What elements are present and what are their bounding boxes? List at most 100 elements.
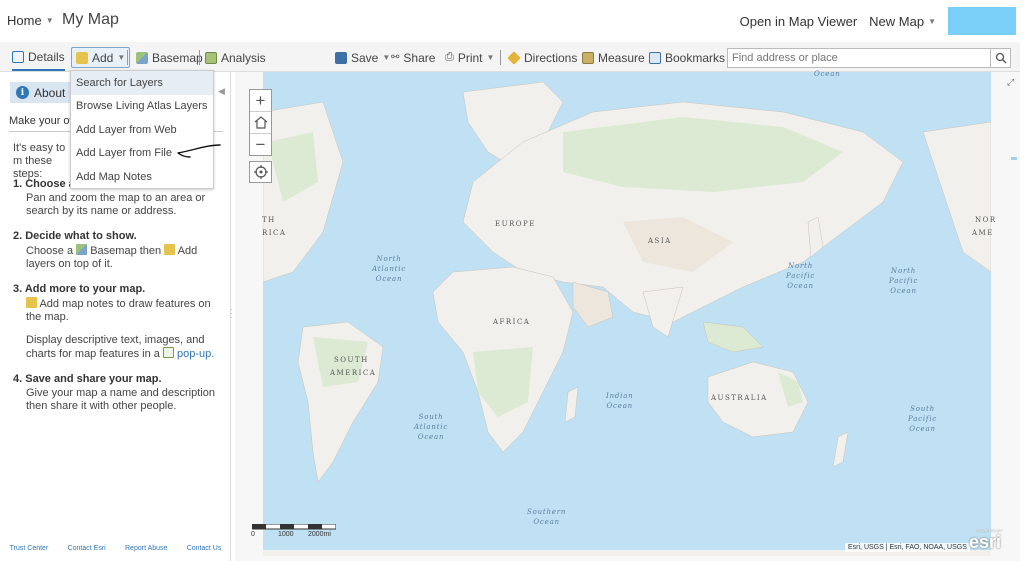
directions-label: Directions (524, 50, 578, 65)
home-menu[interactable]: Home ▼ (7, 13, 54, 28)
ocean-label-line: Atlantic (372, 265, 407, 273)
share-button[interactable]: ⚯ Share (391, 47, 435, 68)
step-body: Choose a Basemap then Add layers on top … (13, 244, 225, 271)
contact-us-link[interactable]: Contact Us (187, 545, 222, 552)
add-icon (76, 51, 88, 64)
steps-list: 1. Choose ar Pan and zoom the map to an … (13, 178, 225, 425)
popup-icon (162, 347, 174, 358)
scale-bar (252, 524, 336, 530)
print-button[interactable]: ⎙ Print ▼ (445, 47, 494, 68)
continent-label: NOR (975, 216, 997, 224)
details-tab[interactable]: Details (12, 47, 65, 71)
add-icon (164, 244, 176, 255)
chevron-down-icon: ▼ (45, 16, 54, 25)
add-map-notes-item[interactable]: Add Map Notes (71, 165, 213, 189)
save-label: Save (351, 50, 379, 65)
esri-logo[interactable]: esri (969, 532, 1001, 553)
user-avatar[interactable] (948, 7, 1016, 35)
add-label: Add (92, 50, 114, 65)
ocean-label: North Pacific Ocean (786, 261, 815, 291)
ocean-label-line: Ocean (417, 433, 445, 441)
contact-esri-link[interactable]: Contact Esri (68, 545, 106, 552)
new-map-label: New Map (869, 13, 925, 29)
chevron-down-icon: ▼ (486, 53, 495, 62)
bookmarks-button[interactable]: Bookmarks (649, 47, 725, 68)
ocean-label: Ocean (814, 70, 841, 78)
map-notes-icon (26, 297, 37, 308)
add-menu: Search for Layers Browse Living Atlas La… (70, 70, 214, 189)
collapse-panel-icon[interactable]: ◀ (218, 86, 225, 97)
browse-living-atlas-item[interactable]: Browse Living Atlas Layers (71, 95, 213, 119)
ocean-label: Indian Ocean (606, 391, 633, 411)
step-text: Choose a (26, 245, 74, 257)
print-label: Print (457, 50, 483, 65)
zoom-in-button[interactable]: + (250, 90, 271, 112)
print-icon: ⎙ (445, 51, 454, 63)
ocean-label-line: Pacific (786, 272, 816, 280)
save-button[interactable]: Save ▼ (335, 47, 390, 68)
step-heading: 2. Decide what to show. (13, 230, 137, 242)
ocean-label-line: Ocean (787, 282, 814, 290)
ocean-label-line: North (376, 255, 402, 263)
measure-button[interactable]: Measure (582, 47, 645, 68)
home-extent-button[interactable] (250, 112, 271, 134)
about-button[interactable]: i About (10, 82, 72, 103)
panel-heading: Make your ow (9, 115, 78, 127)
page-edge (1020, 0, 1024, 561)
trust-center-link[interactable]: Trust Center (10, 545, 49, 552)
add-layer-from-web-item[interactable]: Add Layer from Web (71, 118, 213, 142)
ocean-label-line: Ocean (890, 287, 917, 295)
measure-icon (582, 51, 594, 64)
continent-label: AMERICA (330, 369, 377, 377)
popup-link[interactable]: pop-up. (177, 348, 214, 360)
report-abuse-link[interactable]: Report Abuse (125, 545, 167, 552)
continent-label: AFRICA (493, 318, 531, 326)
ocean-label-line: Southern (527, 508, 567, 516)
share-label: Share (403, 50, 436, 65)
continent-label: EUROPE (495, 220, 536, 228)
search-icon (995, 52, 1006, 64)
search-for-layers-item[interactable]: Search for Layers (71, 71, 213, 95)
toolbar-divider (500, 50, 501, 65)
ocean-label-line: Atlantic (414, 423, 449, 431)
ocean-label-line: Pacific (908, 415, 938, 423)
map-feature (1011, 157, 1017, 160)
directions-button[interactable]: Directions (507, 47, 578, 68)
locate-button[interactable] (249, 161, 272, 183)
ocean-label: Southern Ocean (527, 507, 566, 527)
panel-resize-handle[interactable]: · · · (230, 306, 234, 322)
world-map[interactable] (263, 72, 991, 556)
directions-icon (507, 50, 521, 65)
details-label: Details (28, 50, 65, 64)
ocean-label: South Pacific Ocean (908, 404, 937, 434)
search-input[interactable] (727, 48, 991, 68)
analysis-label: Analysis (221, 50, 266, 65)
open-map-viewer-link[interactable]: Open in Map Viewer (740, 14, 858, 29)
analysis-icon (205, 51, 217, 64)
annotation-arrow (177, 144, 221, 158)
share-icon: ⚯ (391, 52, 400, 63)
save-icon (335, 51, 347, 64)
add-button[interactable]: Add ▼ (71, 47, 131, 68)
ocean-label-line: South (910, 405, 935, 413)
new-map-menu[interactable]: New Map ▼ (869, 14, 936, 29)
sidebar-footer: Trust Center Contact Esri Report Abuse C… (0, 545, 231, 552)
header-actions: Open in Map Viewer New Map ▼ (740, 7, 1016, 35)
zoom-out-button[interactable]: − (250, 134, 271, 156)
step-heading: 3. Add more to your map. (13, 283, 146, 295)
ocean-label-line: North (788, 262, 814, 270)
search-button[interactable] (990, 48, 1011, 68)
analysis-button[interactable]: Analysis (205, 47, 266, 68)
home-label: Home (7, 13, 42, 28)
continent-label: AUSTRALIA (711, 394, 768, 402)
map-attribution[interactable]: Esri, USGS | Esri, FAO, NOAA, USGS (845, 543, 970, 552)
details-icon (12, 51, 24, 63)
ocean-label: North Pacific Ocean (889, 266, 918, 296)
step-heading: 4. Save and share your map. (13, 373, 162, 385)
bookmarks-icon (649, 51, 661, 64)
ocean-label-line: Ocean (606, 402, 633, 410)
expand-icon[interactable]: ⤢ (1007, 77, 1014, 88)
basemap-icon (136, 51, 148, 64)
basemap-button[interactable]: Basemap (136, 47, 203, 68)
step-body: Pan and zoom the map to an area or searc… (26, 192, 206, 217)
